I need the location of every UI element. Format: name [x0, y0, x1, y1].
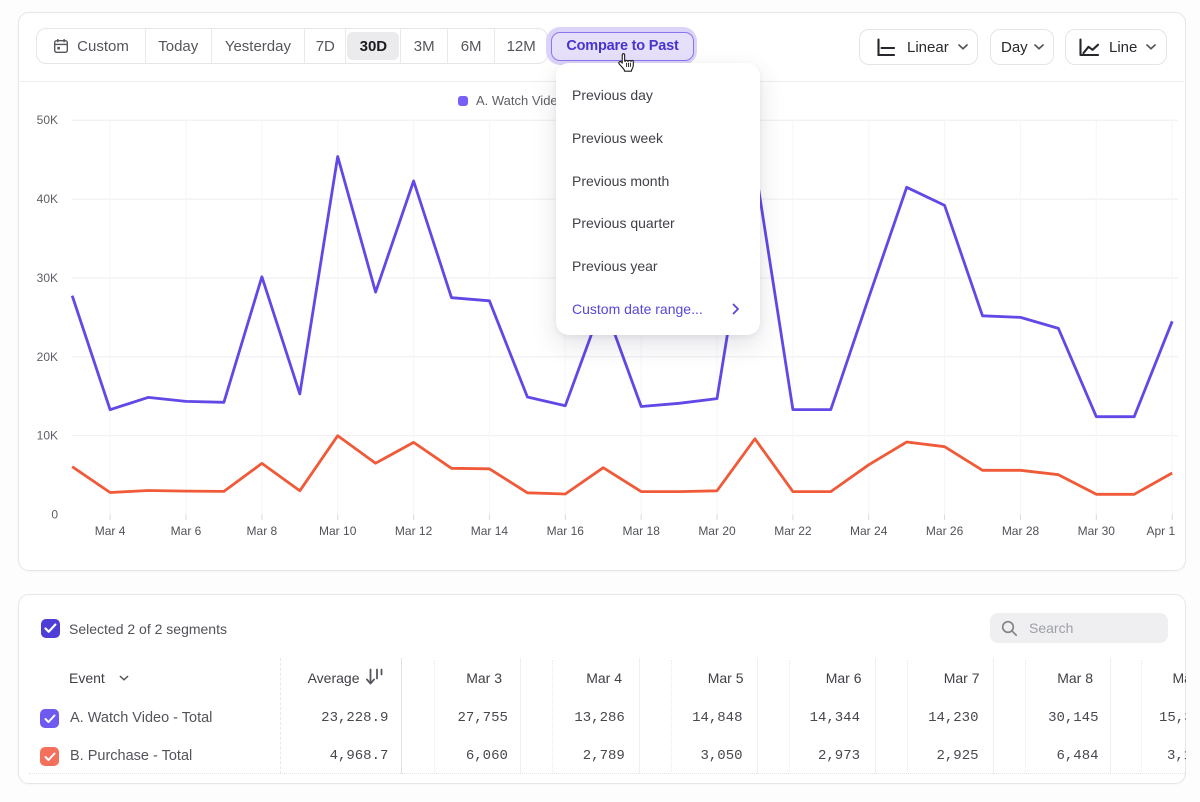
svg-text:Mar 20: Mar 20: [698, 524, 736, 538]
svg-text:Mar 24: Mar 24: [850, 524, 888, 538]
svg-text:Mar 16: Mar 16: [547, 524, 585, 538]
svg-text:Mar 18: Mar 18: [623, 524, 661, 538]
svg-text:Mar 22: Mar 22: [774, 524, 812, 538]
svg-text:0: 0: [51, 508, 58, 522]
svg-text:20K: 20K: [37, 350, 58, 364]
svg-text:Apr 1: Apr 1: [1146, 524, 1175, 538]
svg-text:Mar 30: Mar 30: [1078, 524, 1116, 538]
svg-text:Mar 6: Mar 6: [171, 524, 202, 538]
svg-text:Mar 8: Mar 8: [247, 524, 278, 538]
svg-text:Mar 10: Mar 10: [319, 524, 357, 538]
svg-text:Mar 4: Mar 4: [95, 524, 126, 538]
svg-text:Mar 26: Mar 26: [926, 524, 964, 538]
svg-text:Mar 28: Mar 28: [1002, 524, 1040, 538]
svg-text:Mar 14: Mar 14: [471, 524, 509, 538]
svg-text:10K: 10K: [37, 429, 58, 443]
svg-text:30K: 30K: [37, 271, 58, 285]
svg-text:50K: 50K: [37, 113, 58, 127]
svg-text:Mar 12: Mar 12: [395, 524, 433, 538]
svg-text:40K: 40K: [37, 192, 58, 206]
